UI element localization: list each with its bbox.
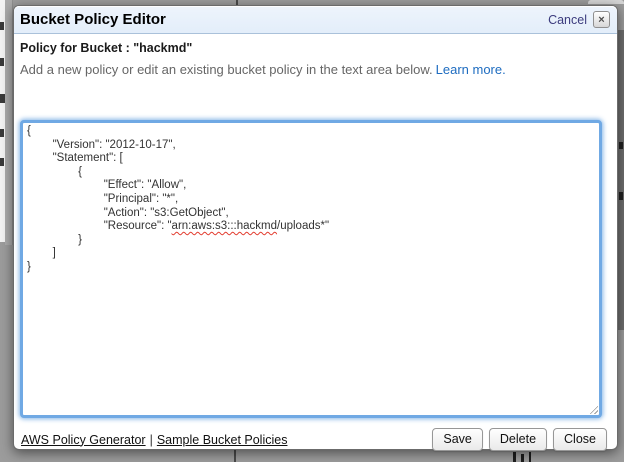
policy-line: "Action": "s3:GetObject",	[27, 207, 595, 221]
policy-line: "Effect": "Allow",	[27, 179, 595, 193]
dialog-header: Bucket Policy Editor Cancel ×	[14, 6, 617, 34]
background-fragment	[0, 94, 5, 103]
background-divider-line	[234, 450, 236, 462]
background-fragment	[513, 452, 516, 462]
footer-buttons: Save Delete Close	[432, 428, 607, 451]
aws-policy-generator-link[interactable]: AWS Policy Generator	[21, 433, 146, 447]
background-fragment	[0, 158, 4, 166]
policy-line: "Statement": [	[27, 152, 595, 166]
background-scrollbar-band	[5, 0, 13, 245]
background-element	[588, 0, 624, 4]
background-fragment	[0, 22, 4, 30]
dialog-footer: AWS Policy Generator | Sample Bucket Polic…	[20, 428, 611, 451]
sample-bucket-policies-link[interactable]: Sample Bucket Policies	[157, 433, 288, 447]
spellcheck-flagged-text: arn:aws:s3:::hackmd	[172, 220, 277, 232]
policy-line: }	[27, 234, 595, 248]
close-icon[interactable]: ×	[593, 11, 610, 28]
background-fragment	[521, 454, 524, 462]
dialog-title: Bucket Policy Editor	[20, 11, 548, 28]
policy-for-bucket-label: Policy for Bucket : "hackmd"	[20, 41, 611, 55]
link-separator: |	[150, 433, 153, 447]
background-fragment	[0, 58, 4, 66]
policy-line: {	[27, 166, 595, 180]
delete-button[interactable]: Delete	[489, 428, 547, 451]
policy-line-resource: "Resource": "arn:aws:s3:::hackmd/uploads…	[27, 220, 595, 234]
save-button[interactable]: Save	[432, 428, 483, 451]
resource-suffix: /uploads*"	[277, 220, 329, 232]
background-fragment	[619, 142, 623, 149]
policy-line: ]	[27, 247, 595, 261]
background-fragment	[529, 452, 531, 462]
policy-textarea[interactable]: { "Version": "2012-10-17", "Statement": …	[20, 120, 602, 418]
resize-handle-icon[interactable]	[588, 404, 598, 414]
dialog-body: Policy for Bucket : "hackmd" Add a new p…	[14, 34, 617, 451]
policy-line: "Version": "2012-10-17",	[27, 139, 595, 153]
background-page-edge	[618, 30, 624, 330]
description-text: Add a new policy or edit an existing buc…	[20, 62, 611, 77]
policy-line: "Principal": "*",	[27, 193, 595, 207]
close-button[interactable]: Close	[553, 428, 607, 451]
cancel-link[interactable]: Cancel	[548, 13, 587, 27]
description-span: Add a new policy or edit an existing buc…	[20, 62, 433, 77]
learn-more-link[interactable]: Learn more.	[436, 62, 506, 77]
policy-line: {	[27, 125, 595, 139]
background-fragment	[619, 192, 623, 200]
header-actions: Cancel ×	[548, 11, 610, 28]
bucket-policy-editor-dialog: Bucket Policy Editor Cancel × Policy for…	[13, 5, 618, 450]
background-fragment	[0, 129, 4, 137]
policy-line: }	[27, 261, 595, 275]
resource-prefix: "Resource": "	[27, 220, 172, 232]
footer-links: AWS Policy Generator | Sample Bucket Polic…	[20, 433, 432, 447]
